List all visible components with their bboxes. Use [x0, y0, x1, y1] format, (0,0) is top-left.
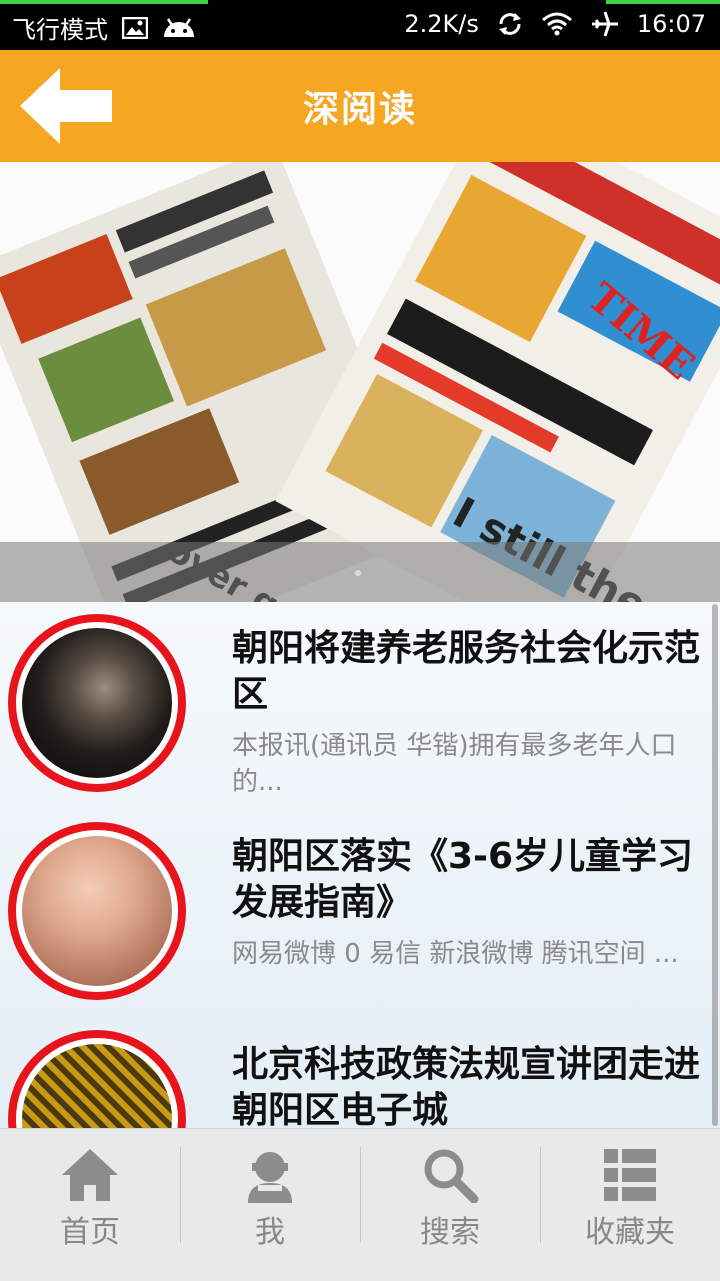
- image-icon: [122, 16, 148, 39]
- app-header: 深阅读: [0, 50, 720, 162]
- user-icon: [248, 1152, 292, 1203]
- news-list[interactable]: 朝阳将建养老服务社会化示范区 本报讯(通讯员 华锴)拥有最多老年人口的... 朝…: [0, 602, 720, 1128]
- news-title: 北京科技政策法规宣讲团走进朝阳区电子城: [232, 1044, 701, 1128]
- nav-home[interactable]: 首页: [0, 1129, 180, 1281]
- nav-search[interactable]: 搜索: [360, 1129, 540, 1281]
- baby-feet-photo: [22, 836, 172, 986]
- clock: 16:07: [636, 10, 706, 38]
- nav-label: 我: [255, 1215, 285, 1250]
- news-title: 朝阳区落实《3-6岁儿童学习发展指南》: [232, 836, 694, 923]
- list-icon: [604, 1149, 656, 1201]
- bottom-nav: 首页 我 搜索 收藏夹: [0, 1128, 720, 1281]
- nav-favorites[interactable]: 收藏夹: [540, 1129, 720, 1281]
- nav-label: 首页: [60, 1215, 120, 1250]
- search-icon: [424, 1149, 479, 1203]
- network-speed: 2.2K/s: [404, 10, 479, 38]
- list-item[interactable]: 朝阳区落实《3-6岁儿童学习发展指南》 网易微博 0 易信 新浪微博 腾讯空间 …: [0, 816, 720, 1024]
- wifi-icon: [541, 12, 573, 36]
- news-summary: 网易微博 0 易信 新浪微博 腾讯空间 ...: [232, 939, 679, 969]
- news-summary: 本报讯(通讯员 华锴)拥有最多老年人口的...: [232, 731, 677, 797]
- sync-icon: [497, 12, 523, 36]
- list-scrollbar[interactable]: [712, 604, 718, 1126]
- home-icon: [62, 1149, 118, 1201]
- nav-me[interactable]: 我: [180, 1129, 360, 1281]
- circuit-board-photo: [22, 1044, 172, 1128]
- news-title: 朝阳将建养老服务社会化示范区: [232, 628, 701, 715]
- banner-page-indicator: [355, 570, 361, 576]
- nav-label: 收藏夹: [585, 1215, 675, 1250]
- list-item[interactable]: 朝阳将建养老服务社会化示范区 本报讯(通讯员 华锴)拥有最多老年人口的...: [0, 608, 720, 816]
- status-bar: 飞行模式 2.2K/s 16:07: [0, 0, 720, 50]
- page-title: 深阅读: [302, 89, 417, 130]
- airplane-icon: [591, 11, 619, 37]
- thumbnail: [8, 822, 186, 1000]
- thumbnail: [8, 1030, 186, 1128]
- nav-label: 搜索: [420, 1215, 480, 1250]
- thumbnail: [8, 614, 186, 792]
- banner-image[interactable]: I still the Man TIME over quotas: [0, 162, 720, 602]
- android-icon: [162, 17, 196, 39]
- list-item[interactable]: 北京科技政策法规宣讲团走进朝阳区电子城: [0, 1024, 720, 1128]
- newspaper-collage: I still the Man TIME over quotas: [0, 162, 720, 602]
- status-progress-left: [0, 0, 208, 4]
- airplane-mode-label: 飞行模式: [12, 16, 108, 44]
- status-progress-right: [606, 0, 720, 4]
- elderly-woman-photo: [22, 628, 172, 778]
